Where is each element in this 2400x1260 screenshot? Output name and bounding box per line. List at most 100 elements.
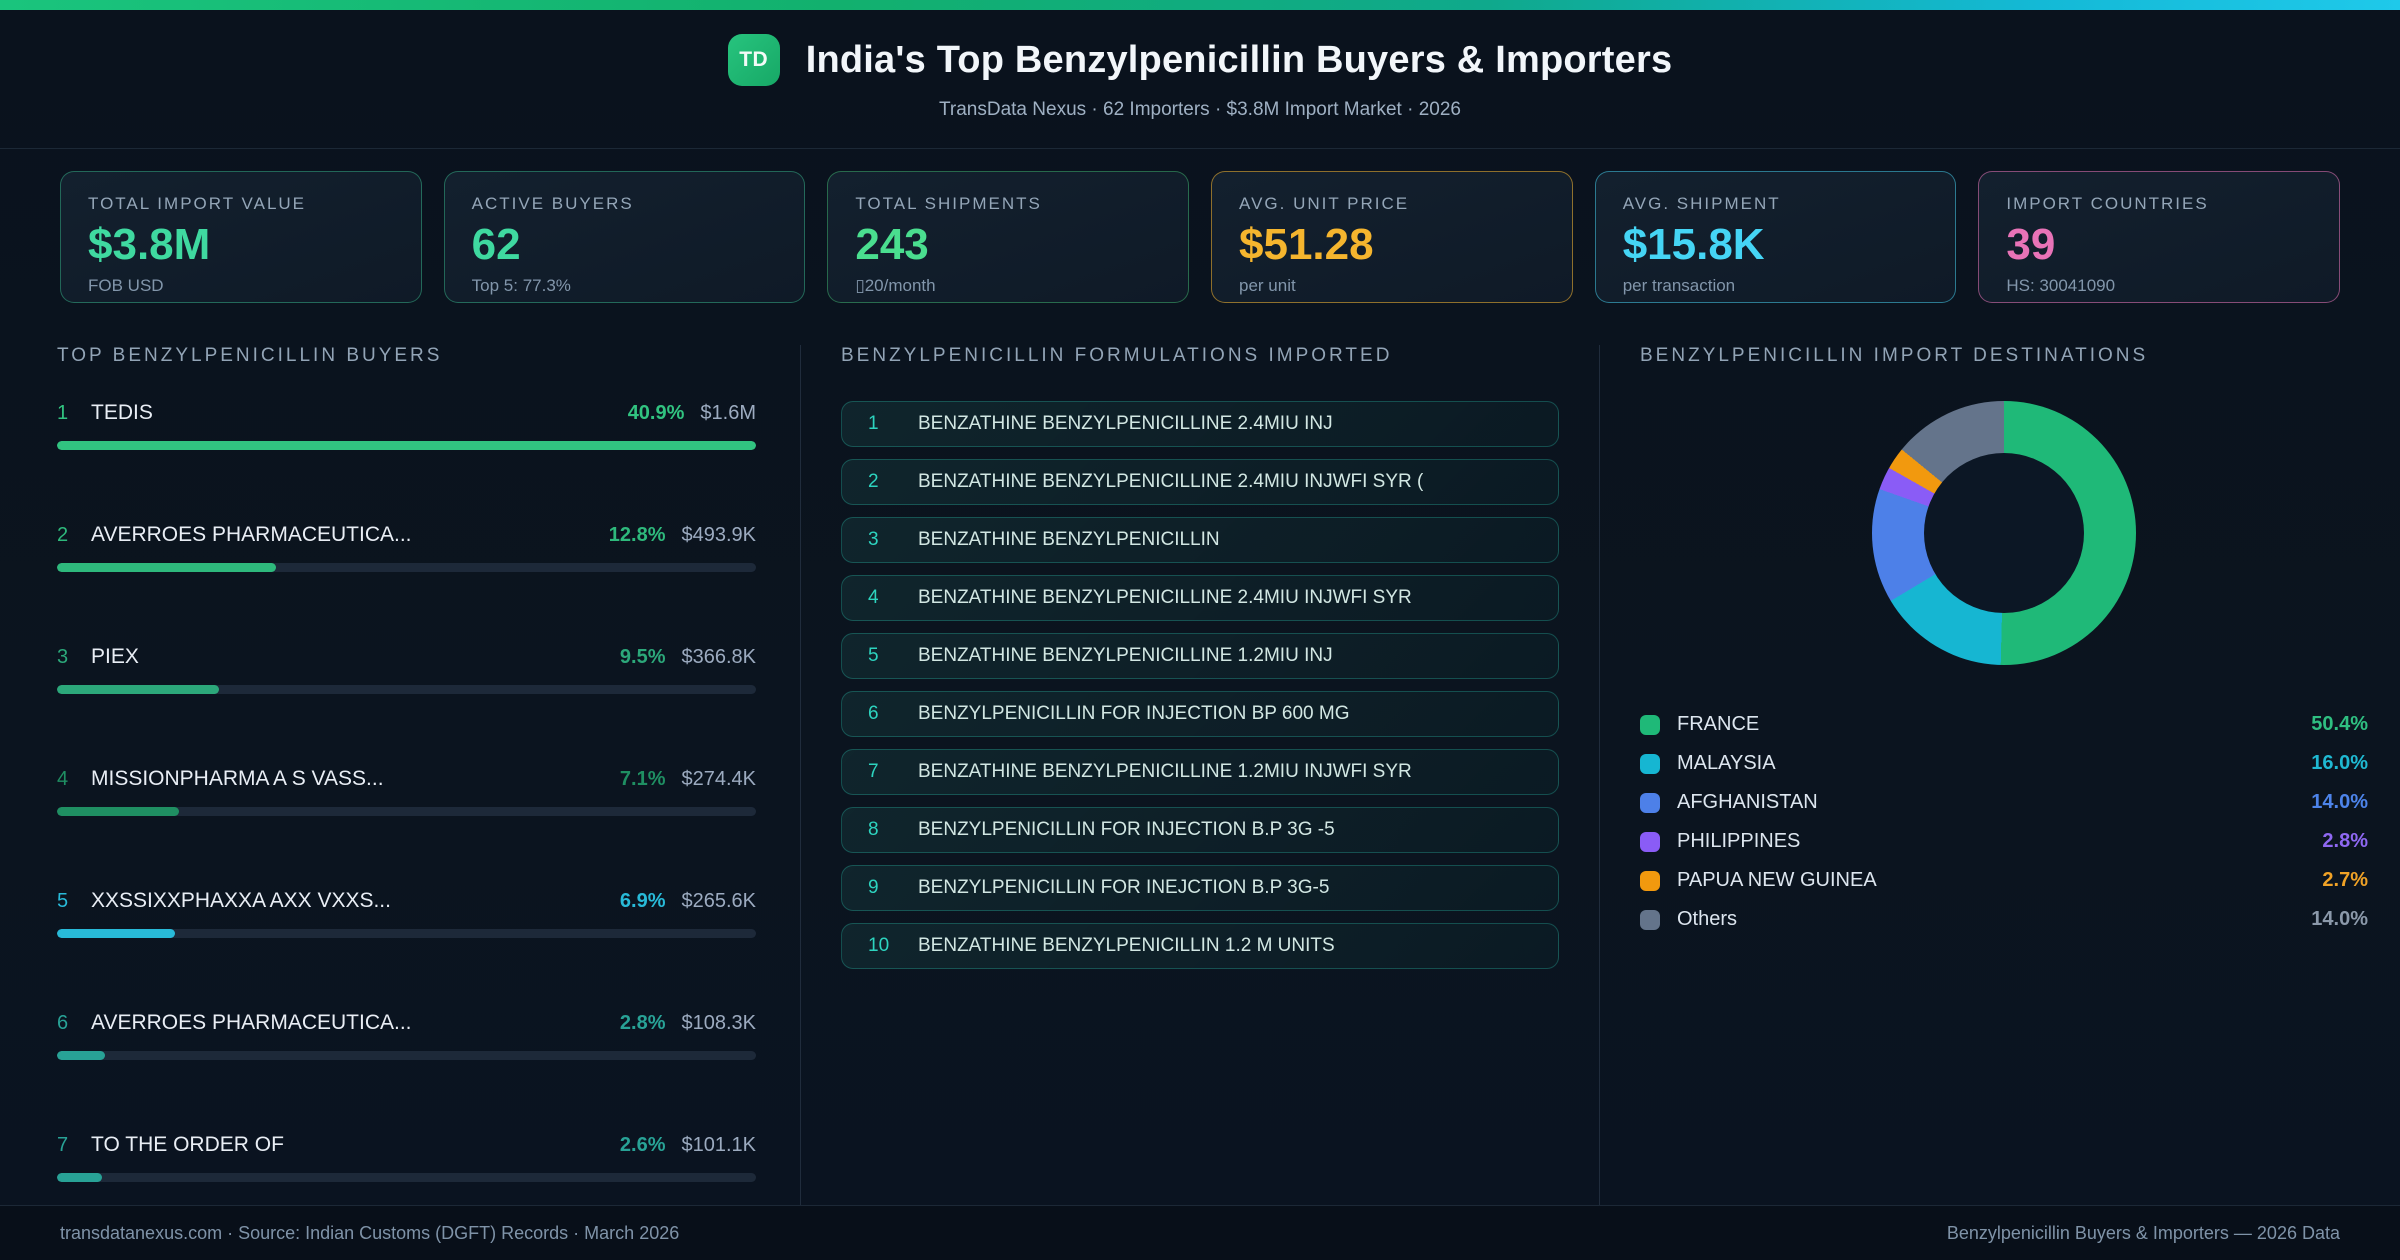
stat-label: TOTAL SHIPMENTS — [855, 194, 1042, 213]
legend-swatch — [1640, 753, 1660, 774]
buyer-bar-track — [57, 929, 756, 938]
legend-item: Others 14.0% — [1640, 900, 2368, 939]
buyer-share-percent: 7.1% — [619, 768, 666, 790]
buyer-rank: 3 — [57, 646, 69, 668]
stat-card: TOTAL SHIPMENTS 243 ▯20/month — [827, 171, 1190, 303]
formulation-name: BENZATHINE BENZYLPENICILLINE 2.4MIU INJW… — [918, 471, 1424, 492]
buyer-share-percent: 6.9% — [619, 890, 666, 912]
stat-sub: FOB USD — [88, 276, 164, 295]
stat-sub: per unit — [1239, 276, 1296, 295]
buyer-value: $101.1K — [681, 1134, 756, 1156]
buyer-value: $108.3K — [681, 1012, 756, 1034]
formulation-item: 2 BENZATHINE BENZYLPENICILLINE 2.4MIU IN… — [841, 459, 1559, 505]
legend-swatch — [1640, 792, 1660, 813]
legend-label: Others — [1677, 908, 1738, 930]
buyer-share-percent: 2.8% — [619, 1012, 666, 1034]
buyer-bar-fill — [57, 1051, 105, 1060]
stat-value: 62 — [471, 220, 521, 269]
buyer-bar-fill — [57, 441, 756, 450]
legend-item: PHILIPPINES 2.8% — [1640, 822, 2368, 861]
formulation-name: BENZYLPENICILLIN FOR INEJCTION B.P 3G-5 — [918, 877, 1330, 898]
formulation-item: 5 BENZATHINE BENZYLPENICILLINE 1.2MIU IN… — [841, 633, 1559, 679]
formulations-section: BENZYLPENICILLIN FORMULATIONS IMPORTED 1… — [800, 345, 1600, 1205]
legend-item: PAPUA NEW GUINEA 2.7% — [1640, 861, 2368, 900]
stat-card: TOTAL IMPORT VALUE $3.8M FOB USD — [60, 171, 422, 303]
buyer-bar-fill — [57, 1173, 102, 1182]
buyer-rank: 6 — [57, 1012, 69, 1034]
buyer-value: $366.8K — [681, 646, 756, 668]
footer-source: transdatanexus.com · Source: Indian Cust… — [60, 1222, 680, 1243]
stat-card: ACTIVE BUYERS 62 Top 5: 77.3% — [443, 171, 806, 303]
buyers-section-title: TOP BENZYLPENICILLIN BUYERS — [57, 345, 443, 366]
buyers-list: 1 TEDIS 40.9% $1.6M 2 AVERROES PHARMACEU… — [57, 401, 756, 1182]
stat-sub: Top 5: 77.3% — [471, 276, 571, 295]
buyer-rank: 5 — [57, 890, 69, 912]
stat-sub: ▯20/month — [855, 276, 936, 295]
buyer-share-percent: 12.8% — [608, 524, 666, 546]
app-logo-text: TD — [739, 48, 769, 71]
formulation-item: 3 BENZATHINE BENZYLPENICILLIN — [841, 517, 1559, 563]
buyer-value: $274.4K — [681, 768, 756, 790]
formulation-name: BENZATHINE BENZYLPENICILLIN — [918, 529, 1220, 550]
buyer-share-percent: 2.6% — [619, 1134, 666, 1156]
stat-value: 39 — [2006, 220, 2056, 269]
legend-swatch — [1640, 870, 1660, 891]
formulation-item: 1 BENZATHINE BENZYLPENICILLINE 2.4MIU IN… — [841, 401, 1559, 447]
buyer-name: MISSIONPHARMA A S VASS... — [91, 767, 384, 790]
formulation-rank: 9 — [868, 877, 879, 898]
donut-legend: FRANCE 50.4% MALAYSIA 16.0% AFGHANISTAN … — [1640, 705, 2368, 939]
buyers-section: TOP BENZYLPENICILLIN BUYERS 1 TEDIS 40.9… — [0, 345, 800, 1205]
main-content: TOP BENZYLPENICILLIN BUYERS 1 TEDIS 40.9… — [0, 345, 2400, 1205]
formulation-name: BENZATHINE BENZYLPENICILLINE 2.4MIU INJW… — [918, 587, 1412, 608]
stat-card: AVG. UNIT PRICE $51.28 per unit — [1211, 171, 1573, 303]
legend-swatch — [1640, 909, 1660, 930]
destinations-section-title: BENZYLPENICILLIN IMPORT DESTINATIONS — [1640, 345, 2149, 366]
buyer-bar-fill — [57, 685, 220, 694]
buyer-value: $1.6M — [700, 402, 756, 424]
stat-value: 243 — [855, 220, 929, 269]
app-logo: TD — [727, 34, 780, 86]
buyer-value: $493.9K — [681, 524, 756, 546]
stat-label: TOTAL IMPORT VALUE — [88, 194, 307, 213]
buyer-row: 2 AVERROES PHARMACEUTICA... 12.8% $493.9… — [57, 523, 756, 572]
stat-value: $51.28 — [1239, 220, 1374, 269]
legend-percent: 14.0% — [2311, 908, 2368, 930]
formulation-name: BENZYLPENICILLIN FOR INJECTION BP 600 MG — [918, 703, 1350, 724]
formulation-name: BENZATHINE BENZYLPENICILLIN 1.2 M UNITS — [918, 935, 1335, 956]
formulation-rank: 10 — [868, 935, 890, 956]
buyer-bar-fill — [57, 929, 176, 938]
destinations-section: BENZYLPENICILLIN IMPORT DESTINATIONS FRA… — [1600, 345, 2400, 1205]
page-title: India's Top Benzylpenicillin Buyers & Im… — [805, 38, 1673, 81]
formulation-rank: 1 — [868, 413, 879, 434]
formulation-rank: 6 — [868, 703, 879, 724]
buyer-name: TO THE ORDER OF — [91, 1133, 284, 1156]
formulation-item: 9 BENZYLPENICILLIN FOR INEJCTION B.P 3G-… — [841, 865, 1559, 911]
buyer-name: TEDIS — [91, 401, 153, 424]
buyer-bar-fill — [57, 563, 276, 572]
legend-percent: 2.7% — [2322, 869, 2368, 891]
formulation-rank: 4 — [868, 587, 879, 608]
legend-item: MALAYSIA 16.0% — [1640, 744, 2368, 783]
buyer-row: 7 TO THE ORDER OF 2.6% $101.1K — [57, 1133, 756, 1182]
buyer-name: PIEX — [91, 645, 139, 668]
header: TD India's Top Benzylpenicillin Buyers &… — [0, 10, 2400, 149]
formulation-name: BENZYLPENICILLIN FOR INJECTION B.P 3G -5 — [918, 819, 1335, 840]
formulation-item: 6 BENZYLPENICILLIN FOR INJECTION BP 600 … — [841, 691, 1559, 737]
buyer-bar-fill — [57, 807, 179, 816]
formulation-name: BENZATHINE BENZYLPENICILLINE 2.4MIU INJ — [918, 413, 1333, 434]
legend-percent: 2.8% — [2322, 830, 2368, 852]
donut-chart — [1872, 401, 2136, 665]
buyer-value: $265.6K — [681, 890, 756, 912]
stat-value: $15.8K — [1622, 220, 1765, 269]
legend-label: MALAYSIA — [1677, 752, 1776, 774]
stat-value: $3.8M — [88, 220, 211, 269]
legend-label: FRANCE — [1677, 713, 1760, 735]
buyer-bar-track — [57, 563, 756, 572]
formulation-name: BENZATHINE BENZYLPENICILLINE 1.2MIU INJW… — [918, 761, 1412, 782]
stat-label: IMPORT COUNTRIES — [2006, 194, 2209, 213]
buyer-row: 3 PIEX 9.5% $366.8K — [57, 645, 756, 694]
buyer-row: 6 AVERROES PHARMACEUTICA... 2.8% $108.3K — [57, 1011, 756, 1060]
buyer-bar-track — [57, 1173, 756, 1182]
legend-item: AFGHANISTAN 14.0% — [1640, 783, 2368, 822]
stat-sub: HS: 30041090 — [2006, 276, 2116, 295]
